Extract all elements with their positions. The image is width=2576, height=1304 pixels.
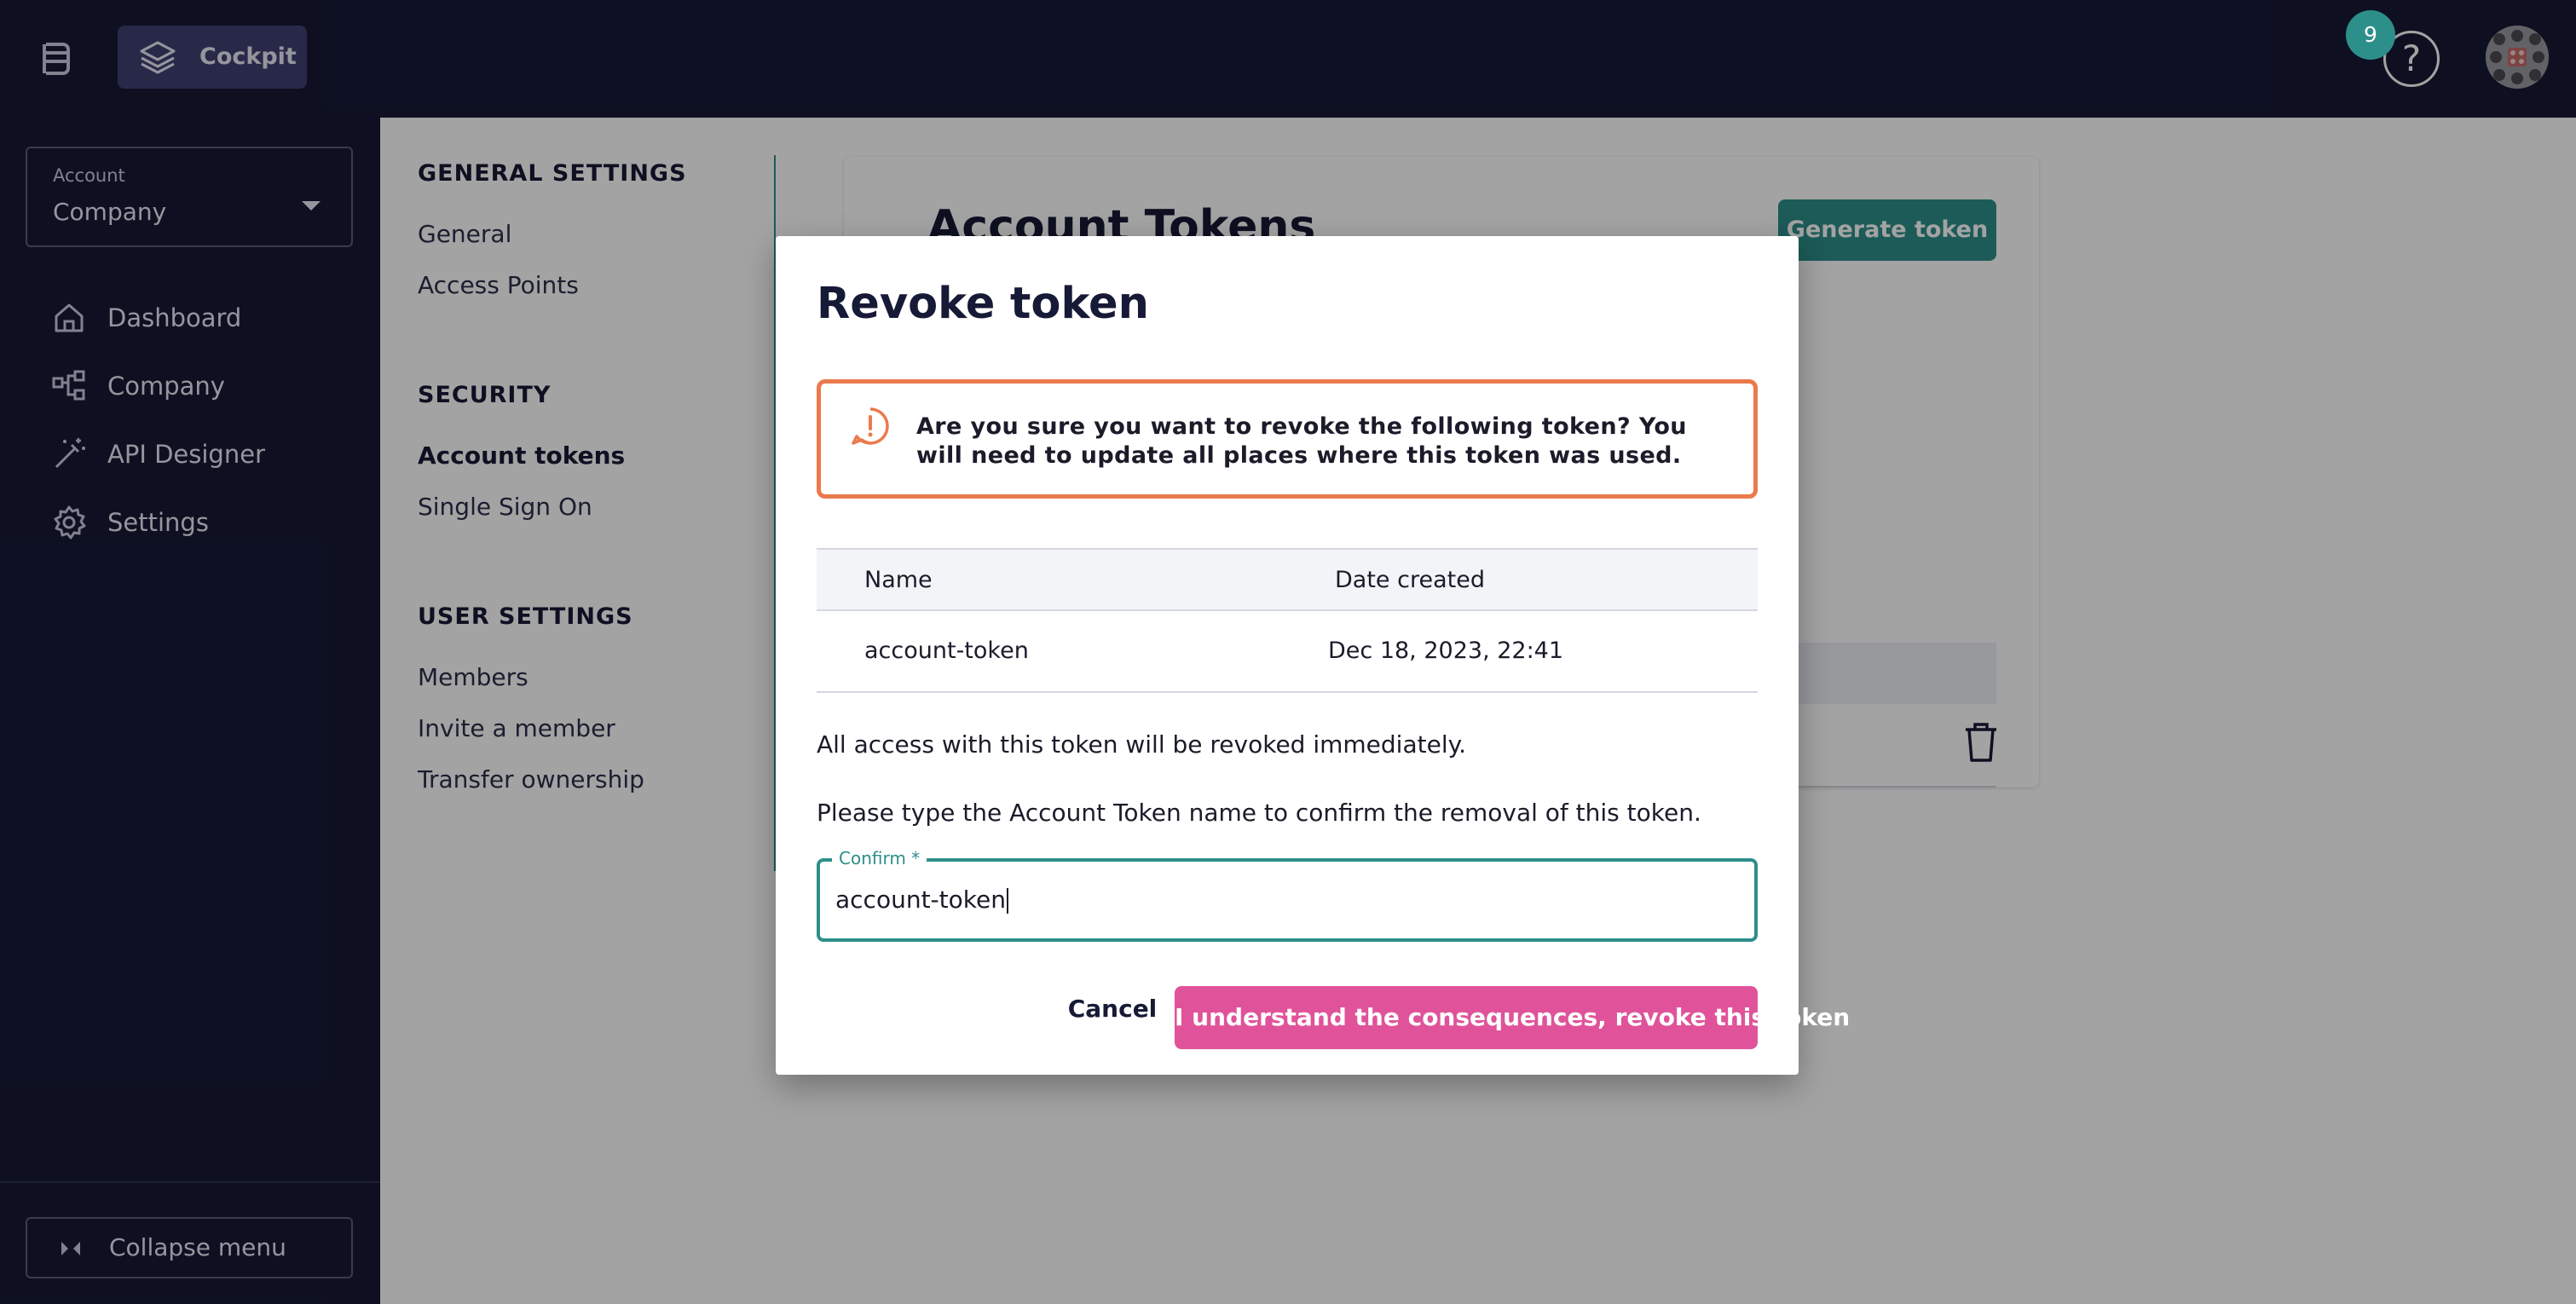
notification-badge[interactable]: 9 xyxy=(2346,10,2395,60)
column-header-date-created: Date created xyxy=(1335,567,1485,593)
revoke-token-dialog: Revoke token Are you sure you want to re… xyxy=(776,236,1850,1075)
cancel-button[interactable]: Cancel xyxy=(1066,986,1159,1032)
warning-icon xyxy=(852,407,889,445)
confirm-input-value[interactable]: account-token xyxy=(835,886,1008,914)
token-date-cell: Dec 18, 2023, 22:41 xyxy=(1328,638,1564,664)
dialog-title: Revoke token xyxy=(817,279,1149,329)
confirm-input-text: account-token xyxy=(835,886,1006,914)
table-row: account-token Dec 18, 2023, 22:41 xyxy=(817,611,1758,693)
confirm-input[interactable]: Confirm * account-token xyxy=(817,848,1758,942)
token-table-header: Name Date created xyxy=(817,548,1758,611)
confirm-input-label: Confirm * xyxy=(832,848,927,868)
revoke-token-button[interactable]: I understand the consequences, revoke th… xyxy=(1175,986,1850,1049)
confirm-instruction-text: Please type the Account Token name to co… xyxy=(817,799,1701,827)
warning-text: Are you sure you want to revoke the foll… xyxy=(916,413,1687,469)
text-cursor xyxy=(1006,888,1008,914)
token-name-cell: account-token xyxy=(864,638,1029,664)
warning-alert: Are you sure you want to revoke the foll… xyxy=(817,379,1758,499)
column-header-name: Name xyxy=(864,567,933,593)
revoke-info-text: All access with this token will be revok… xyxy=(817,730,1467,759)
